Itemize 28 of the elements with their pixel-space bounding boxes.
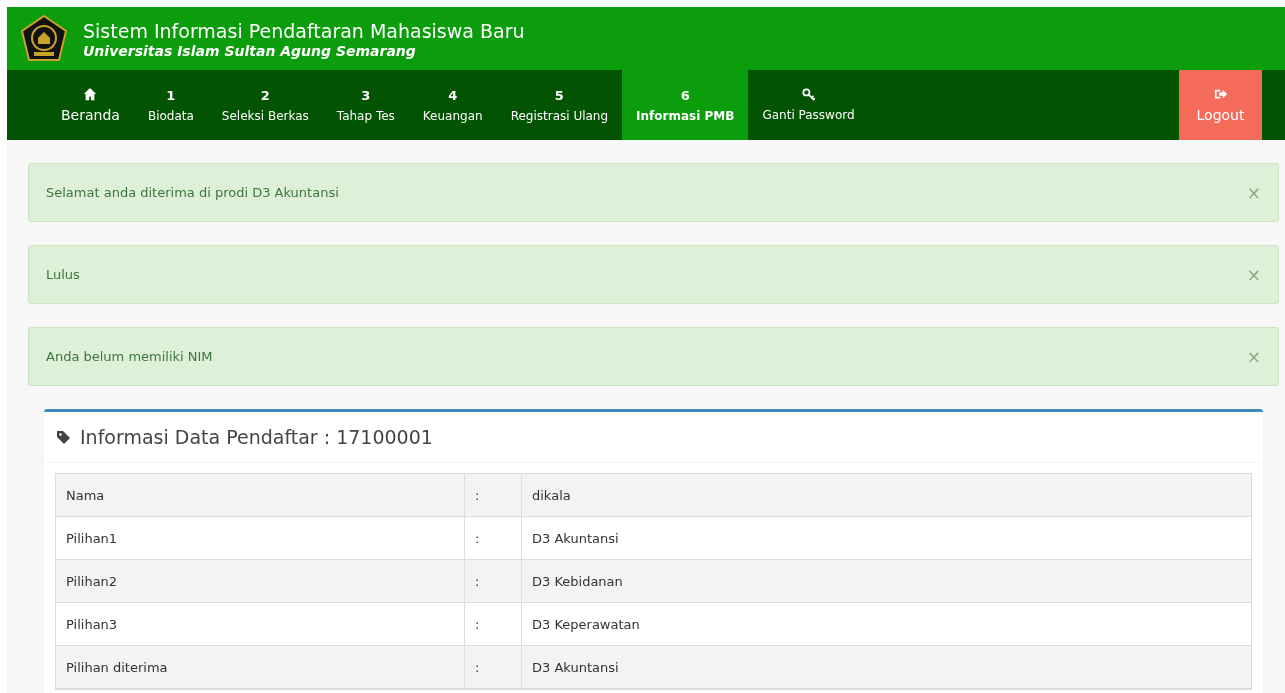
nav-tab[interactable]: 4 Keuangan xyxy=(408,70,497,140)
table-cell: dikala xyxy=(522,474,1251,517)
nav-tab[interactable]: 3 Tahap Tes xyxy=(322,70,409,140)
card-title: Informasi Data Pendaftar : 17100001 xyxy=(80,426,433,448)
table-cell: Pilihan diterima xyxy=(56,646,464,689)
home-icon xyxy=(83,87,98,101)
alert-message: Selamat anda diterima di prodi D3 Akuntansi xyxy=(46,185,339,200)
table-cell: Pilihan2 xyxy=(56,560,464,603)
nav-tab[interactable]: 1 Biodata xyxy=(133,70,208,140)
table-cell: D3 Kebidanan xyxy=(522,560,1251,603)
key-icon xyxy=(801,88,816,102)
tag-icon xyxy=(56,429,72,445)
table-cell: : xyxy=(464,474,522,517)
table-cell: D3 Akuntansi xyxy=(522,646,1251,689)
logout-icon xyxy=(1213,87,1228,101)
nav-tab[interactable]: 5 Registrasi Ulang xyxy=(496,70,623,140)
nav-tab[interactable]: Beranda xyxy=(47,70,134,140)
table-cell: Nama xyxy=(56,474,464,517)
nav-tab[interactable]: 2 Seleksi Berkas xyxy=(207,70,323,140)
university-logo-icon xyxy=(19,13,69,64)
site-title: Sistem Informasi Pendaftaran Mahasiswa Baru xyxy=(83,18,525,43)
nav-tab[interactable]: Ganti Password xyxy=(748,70,869,140)
site-subtitle: Universitas Islam Sultan Agung Semarang xyxy=(83,42,417,59)
table-cell: : xyxy=(464,646,522,689)
alert-message: Lulus xyxy=(46,267,80,282)
table-cell: : xyxy=(464,560,522,603)
nav-tab[interactable]: 6 Informasi PMB xyxy=(622,70,749,140)
alert-message: Anda belum memiliki NIM xyxy=(46,349,213,364)
